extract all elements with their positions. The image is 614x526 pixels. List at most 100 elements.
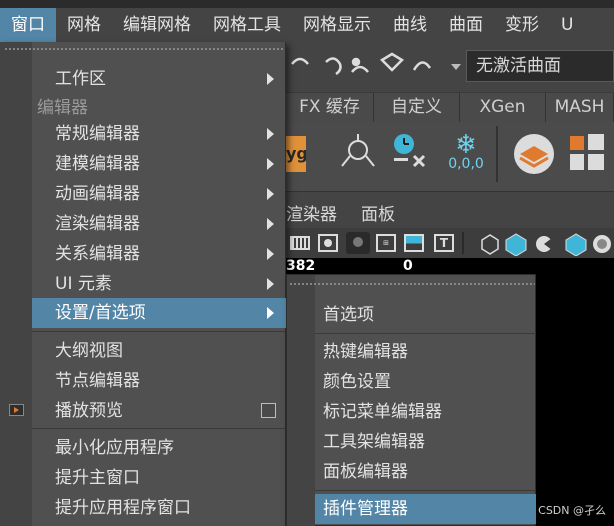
submenu-arrow-icon (267, 188, 274, 200)
shelf-divider (496, 126, 498, 182)
snap-live-icon (412, 61, 432, 71)
submenu-item-hotkey-editor[interactable]: 热键编辑器 (315, 337, 536, 367)
snap-point-icon (325, 57, 342, 76)
hud-value-right: 0 (403, 258, 413, 274)
panel-menu-renderer[interactable]: 渲染器 (286, 200, 337, 225)
snap-curve-icon (291, 57, 309, 65)
menu-item-minimize-app[interactable]: 最小化应用程序 (32, 433, 286, 463)
menu-item-rendering-editors[interactable]: 渲染编辑器 (32, 209, 286, 239)
menu-item-label: 常规编辑器 (55, 124, 140, 144)
joint-icon[interactable] (338, 132, 378, 172)
ffyg-shelf-icon[interactable]: yg (286, 136, 306, 172)
menu-item-animation-editors[interactable]: 动画编辑器 (32, 179, 286, 209)
textured-icon (565, 233, 587, 256)
menu-uv[interactable]: U (550, 8, 584, 42)
submenu-arrow-icon (267, 158, 274, 170)
menu-separator (315, 490, 536, 491)
chevron-down-icon (451, 64, 461, 70)
menubar: 窗口 网格 编辑网格 网格工具 网格显示 曲线 曲面 变形 U (0, 8, 614, 42)
playblast-icon (9, 404, 24, 416)
window-menu-dropdown: 工作区 编辑器 常规编辑器 建模编辑器 动画编辑器 渲染编辑器 关系编辑器 UI… (0, 42, 286, 526)
submenu-item-shelf-editor[interactable]: 工具架编辑器 (315, 427, 536, 457)
menu-item-general-editors[interactable]: 常规编辑器 (32, 119, 286, 149)
menu-separator (315, 333, 536, 334)
live-surface-dropdown[interactable]: 无激活曲面 (466, 50, 614, 82)
snap-surface-icon (379, 52, 405, 72)
panel-menu-panels[interactable]: 面板 (361, 200, 395, 225)
menu-curves[interactable]: 曲线 (382, 8, 438, 42)
tear-off-handle[interactable] (4, 42, 284, 56)
menu-item-label: 节点编辑器 (55, 371, 140, 391)
menu-surfaces[interactable]: 曲面 (438, 8, 494, 42)
menu-gutter (0, 42, 32, 526)
menu-window[interactable]: 窗口 (0, 8, 56, 42)
menu-item-modeling-editors[interactable]: 建模编辑器 (32, 149, 286, 179)
layers-icon[interactable] (512, 132, 556, 176)
safe-title-icon[interactable]: T (434, 234, 454, 252)
settings-preferences-submenu: 首选项 热键编辑器 颜色设置 标记菜单编辑器 工具架编辑器 面板编辑器 插件管理… (286, 274, 536, 526)
hud-value-left: 382 (286, 258, 316, 274)
menu-edit-mesh[interactable]: 编辑网格 (112, 8, 202, 42)
menu-item-label: 最小化应用程序 (55, 438, 174, 458)
submenu-arrow-icon (267, 73, 274, 85)
submenu-arrow-icon (267, 278, 274, 290)
menu-mesh-tools[interactable]: 网格工具 (202, 8, 292, 42)
smooth-shade-icon (505, 233, 527, 256)
submenu-arrow-icon (267, 307, 274, 319)
submenu-item-panel-editor[interactable]: 面板编辑器 (315, 457, 536, 487)
tear-off-handle[interactable] (289, 277, 535, 291)
film-gate-icon[interactable] (290, 236, 310, 250)
snowflake-label: 0,0,0 (448, 156, 484, 172)
field-chart-icon[interactable]: ⊞ (376, 234, 396, 252)
menu-separator (32, 331, 286, 332)
menu-item-outliner[interactable]: 大纲视图 (32, 336, 286, 366)
grid-icon-cell (588, 134, 604, 150)
grid-icon[interactable] (570, 136, 584, 150)
submenu-item-marking-menu-editor[interactable]: 标记菜单编辑器 (315, 397, 536, 427)
menu-item-label: 关系编辑器 (55, 244, 140, 264)
toolbar-divider (462, 232, 464, 254)
menu-item-label: 建模编辑器 (55, 154, 140, 174)
menu-item-workspace[interactable]: 工作区 (32, 64, 286, 94)
submenu-arrow-icon (267, 218, 274, 230)
grid-icon-cell (570, 154, 584, 170)
submenu-arrow-icon (267, 128, 274, 140)
tab-custom[interactable]: 自定义 (374, 93, 460, 122)
watermark: CSDN @孑么 (538, 504, 606, 517)
submenu-gutter (287, 275, 315, 526)
menu-item-label: 工作区 (55, 69, 106, 89)
submenu-arrow-icon (267, 248, 274, 260)
menu-item-playblast[interactable]: 播放预览 (32, 396, 286, 426)
menu-item-label: UI 元素 (55, 274, 112, 294)
menu-mesh[interactable]: 网格 (56, 8, 112, 42)
playblast-options-checkbox[interactable] (261, 403, 276, 418)
menu-mesh-display[interactable]: 网格显示 (292, 8, 382, 42)
menu-item-label: 播放预览 (55, 401, 123, 421)
tab-xgen[interactable]: XGen (460, 93, 546, 122)
resolution-gate-icon[interactable] (318, 234, 338, 252)
menu-item-label: 大纲视图 (55, 341, 123, 361)
section-editors: 编辑器 (37, 98, 88, 118)
grid-icon-cell (588, 154, 604, 170)
menu-item-relationship-editors[interactable]: 关系编辑器 (32, 239, 286, 269)
menu-separator (32, 428, 286, 429)
menu-item-raise-main-window[interactable]: 提升主窗口 (32, 463, 286, 493)
safe-action-icon[interactable] (404, 234, 424, 252)
menu-item-label: 渲染编辑器 (55, 214, 140, 234)
wireframe-icon (481, 234, 499, 255)
submenu-item-plugin-manager[interactable]: 插件管理器 (315, 494, 536, 524)
delete-keys-icon[interactable] (388, 130, 432, 174)
shading-icons-group (481, 233, 611, 256)
submenu-item-preferences[interactable]: 首选项 (315, 300, 536, 330)
tab-fx-cache[interactable]: FX 缓存 (286, 93, 374, 122)
menu-item-ui-elements[interactable]: UI 元素 (32, 269, 286, 299)
menu-item-settings-preferences[interactable]: 设置/首选项 (32, 298, 286, 328)
snap-icons-group (291, 52, 461, 76)
submenu-item-color-settings[interactable]: 颜色设置 (315, 367, 536, 397)
tab-mash[interactable]: MASH (546, 93, 614, 122)
menu-item-node-editor[interactable]: 节点编辑器 (32, 366, 286, 396)
menu-item-raise-app-windows[interactable]: 提升应用程序窗口 (32, 493, 286, 523)
gate-mask-icon[interactable] (346, 232, 370, 254)
snap-view-icon (351, 65, 369, 73)
menu-deform[interactable]: 变形 (494, 8, 550, 42)
